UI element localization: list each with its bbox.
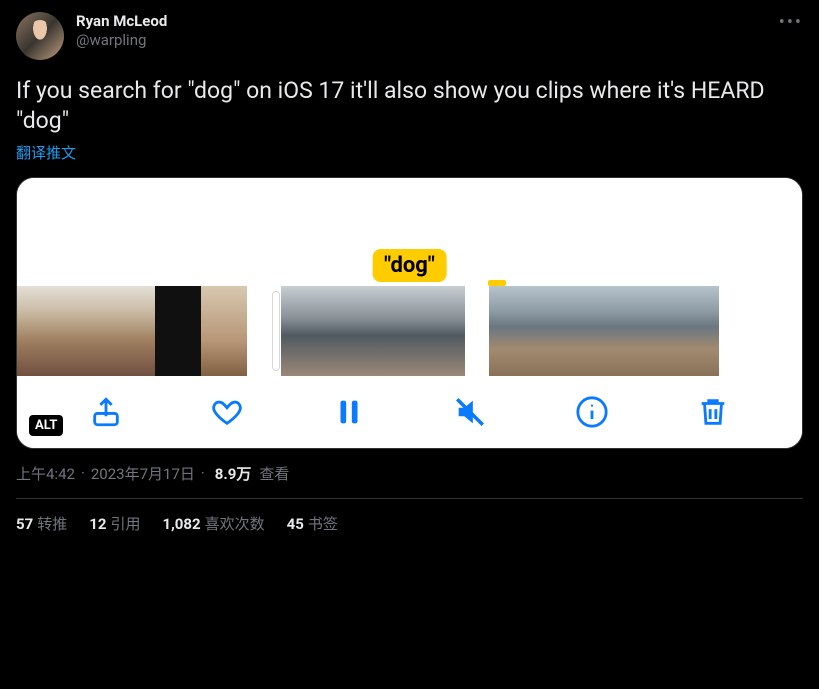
info-icon[interactable] [572, 392, 612, 432]
quotes-stat[interactable]: 12引用 [89, 513, 140, 534]
timeline-thumb [63, 286, 109, 376]
clip-group [17, 286, 247, 376]
media-controls [17, 376, 802, 448]
translate-link[interactable]: 翻译推文 [16, 142, 803, 163]
stat-number: 57 [16, 515, 33, 533]
clip-group [489, 286, 719, 376]
timeline-thumb [419, 286, 465, 376]
media-card[interactable]: "dog" [16, 177, 803, 449]
timeline-thumb [581, 286, 627, 376]
stat-number: 1,082 [162, 515, 200, 533]
tweet-time[interactable]: 上午4:42 [16, 463, 75, 484]
media-header-area: "dog" [17, 178, 802, 286]
stat-label: 喜欢次数 [205, 515, 265, 533]
avatar[interactable] [16, 12, 64, 60]
tweet-stats: 57转推 12引用 1,082 喜欢次数 45书签 [16, 499, 803, 534]
stat-number: 45 [287, 515, 304, 533]
views-count: 8.9万 [215, 463, 252, 484]
trash-icon[interactable] [693, 392, 733, 432]
tweet-text: If you search for "dog" on iOS 17 it'll … [16, 76, 803, 136]
clip-group [271, 286, 465, 376]
share-icon[interactable] [86, 392, 126, 432]
stat-label: 转推 [37, 515, 67, 533]
retweets-stat[interactable]: 57转推 [16, 513, 67, 534]
meta-separator: · [201, 464, 205, 482]
author-block[interactable]: Ryan McLeod @warpling [76, 12, 167, 50]
timeline-thumb [281, 286, 327, 376]
stat-number: 12 [89, 515, 106, 533]
bookmarks-stat[interactable]: 45书签 [287, 513, 338, 534]
likes-stat[interactable]: 1,082 喜欢次数 [162, 513, 264, 534]
tweet-date[interactable]: 2023年7月17日 [91, 463, 195, 484]
meta-separator: · [81, 464, 85, 482]
tweet-meta: 上午4:42 · 2023年7月17日 · 8.9万 查看 [16, 463, 803, 484]
timeline-thumb [155, 286, 201, 376]
timeline-thumb [373, 286, 419, 376]
timeline-thumb [17, 286, 63, 376]
tweet-container: Ryan McLeod @warpling ••• If you search … [0, 0, 819, 534]
tweet-header: Ryan McLeod @warpling ••• [16, 12, 803, 60]
mute-icon[interactable] [450, 392, 490, 432]
timeline-thumb [535, 286, 581, 376]
display-name: Ryan McLeod [76, 12, 167, 31]
playhead[interactable] [273, 292, 279, 370]
alt-badge[interactable]: ALT [29, 415, 63, 436]
views-label: 查看 [259, 463, 289, 484]
pause-icon[interactable] [329, 392, 369, 432]
timeline-thumb [627, 286, 673, 376]
handle: @warpling [76, 31, 167, 50]
more-icon[interactable]: ••• [779, 12, 803, 33]
timeline-thumb [673, 286, 719, 376]
timeline-thumb [489, 286, 535, 376]
heart-icon[interactable] [207, 392, 247, 432]
stat-label: 书签 [308, 515, 338, 533]
timeline-thumb [327, 286, 373, 376]
stat-label: 引用 [110, 515, 140, 533]
search-term-label: "dog" [372, 249, 447, 282]
timeline-thumb [109, 286, 155, 376]
video-timeline[interactable] [17, 286, 802, 376]
timeline-thumb [201, 286, 247, 376]
